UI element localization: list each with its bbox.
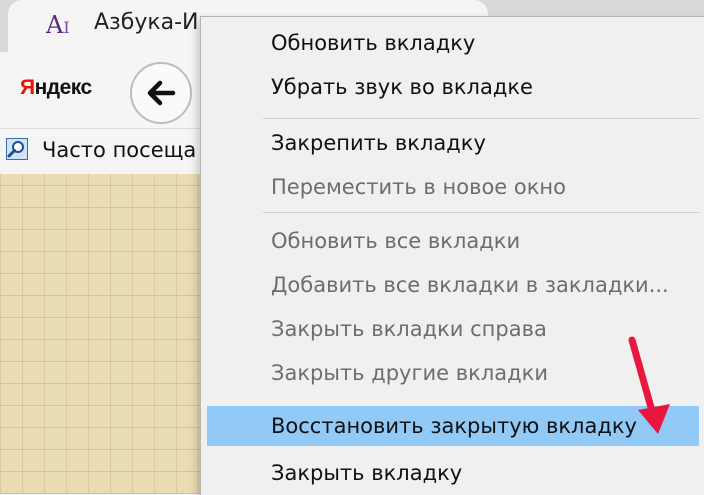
arrow-left-icon [147,80,176,106]
menu-item-reload-tab[interactable]: Обновить вкладку [207,23,699,63]
menu-item-reload-all-tabs[interactable]: Обновить все вкладки [207,221,699,261]
menu-item-close-tab[interactable]: Закрыть вкладку [207,453,699,493]
pointer-arrow-icon [628,336,670,434]
menu-separator [263,212,699,213]
site-favicon-icon: AI [46,11,70,39]
menu-item-pin-tab[interactable]: Закрепить вкладку [207,123,699,163]
search-icon[interactable] [6,138,28,160]
menu-separator [263,118,699,119]
back-button[interactable] [130,62,192,124]
tab-title: Азбука-Ин [94,10,213,35]
menu-item-bookmark-all-tabs[interactable]: Добавить все вкладки в закладки... [207,265,699,305]
menu-item-mute-tab[interactable]: Убрать звук во вкладке [207,67,699,107]
yandex-logo[interactable]: Яндекс [20,76,92,100]
menu-item-move-to-new-window[interactable]: Переместить в новое окно [207,167,699,207]
bookmark-most-visited[interactable]: Часто посеща [42,138,196,162]
